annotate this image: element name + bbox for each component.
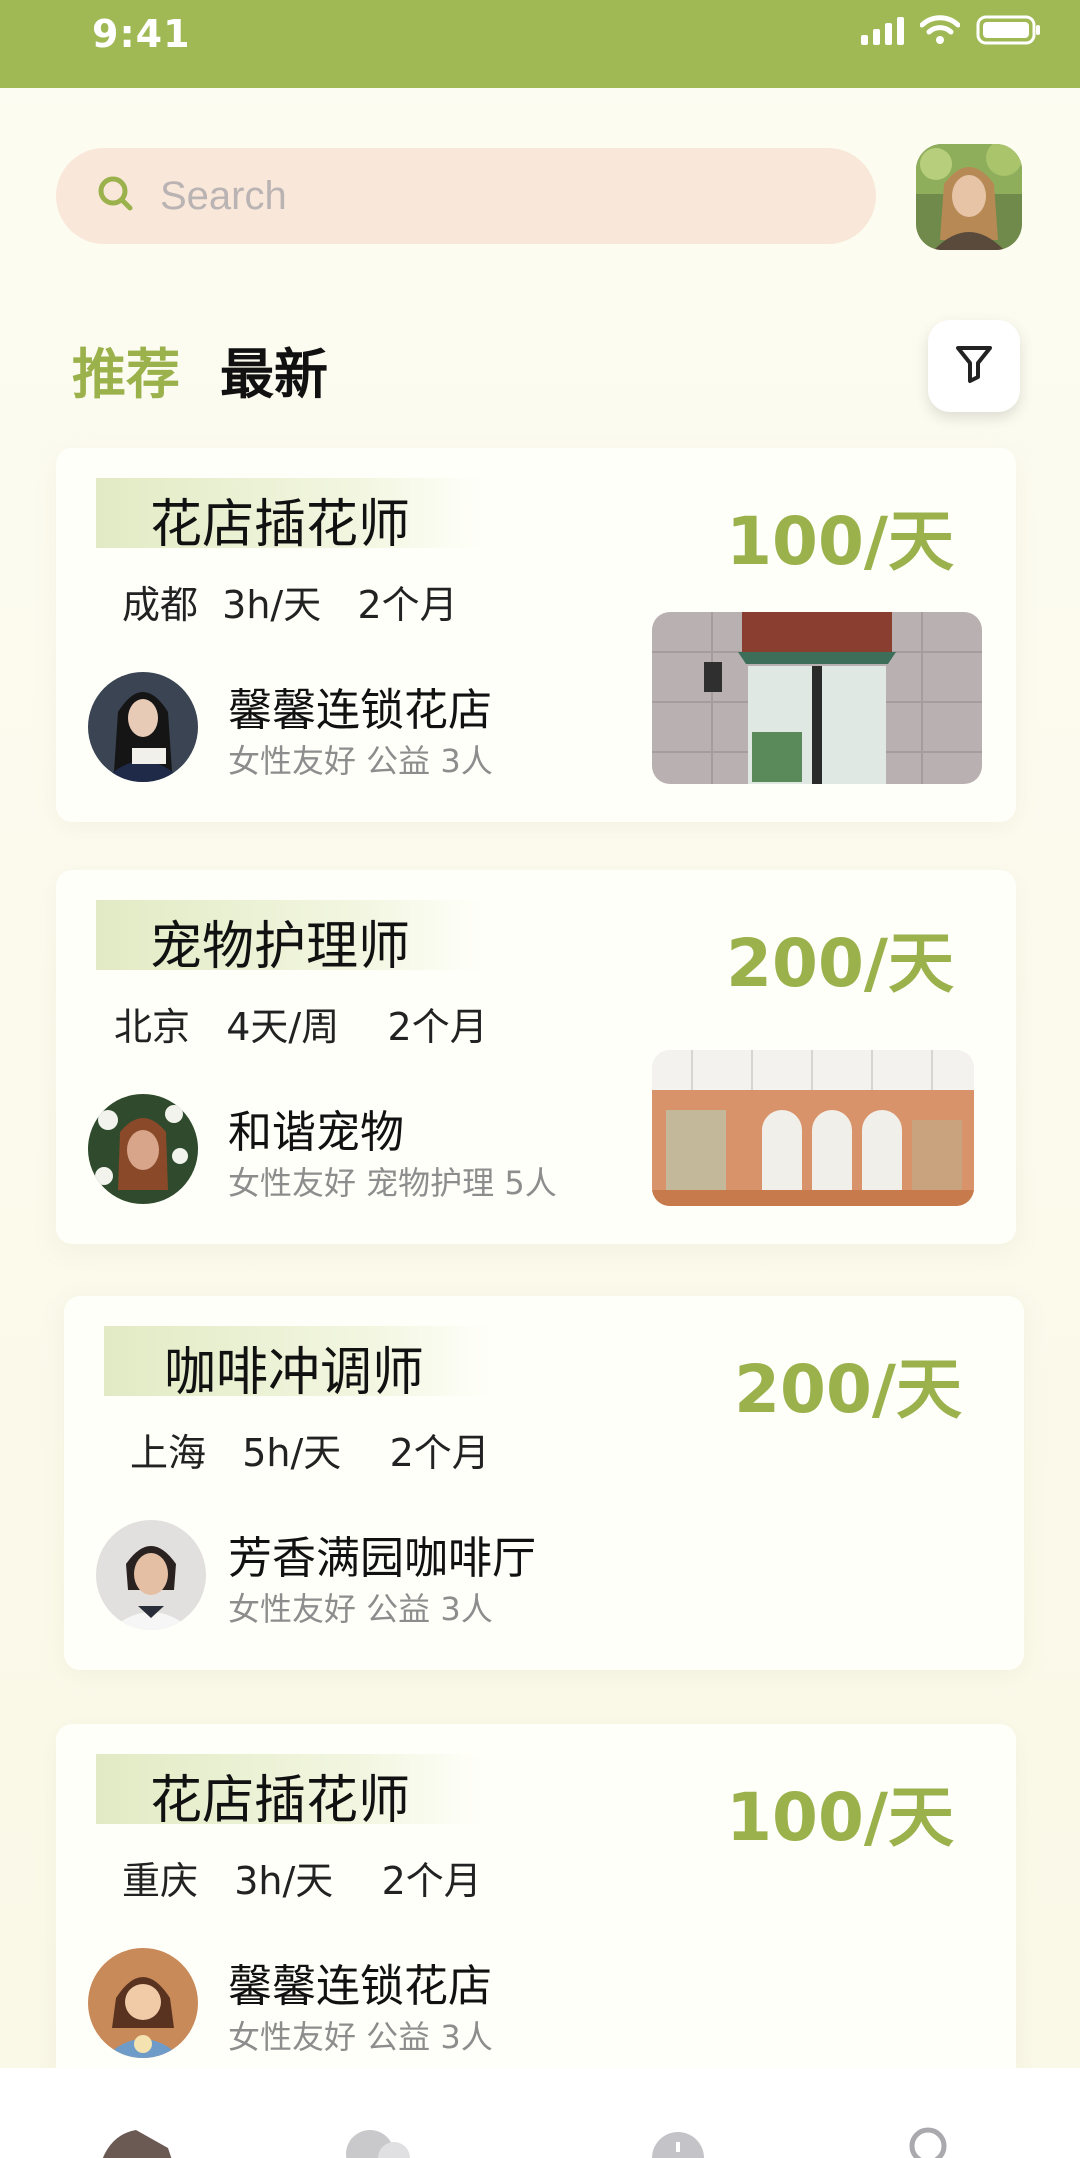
job-card[interactable]: 宠物护理师 200/天 北京 4天/周 2个月 和谐宠物 女性友好 宠物护理 5… [56, 870, 1016, 1244]
company-avatar [88, 1948, 198, 2058]
company-avatar [96, 1520, 206, 1630]
profile-icon [906, 2127, 950, 2158]
company-name: 芳香满园咖啡厅 [228, 1533, 536, 1584]
search-icon [96, 174, 136, 218]
nav-profile[interactable] [906, 2126, 950, 2158]
job-meta: 重庆 3h/天 2个月 [122, 1859, 482, 1903]
job-list-screen: 9:41 Search 推荐 最新 花店插花师 100/天 成都 3h/天 2个… [0, 0, 1080, 2158]
job-title: 宠物护理师 [150, 917, 411, 977]
nav-chat[interactable] [344, 2128, 414, 2158]
signal-icon [861, 15, 904, 45]
bottom-nav [0, 2068, 1080, 2158]
filter-button[interactable] [928, 320, 1020, 412]
status-icons [861, 14, 1042, 46]
company-name: 馨馨连锁花店 [228, 685, 492, 736]
job-title: 花店插花师 [150, 1771, 411, 1831]
job-salary: 200/天 [734, 1351, 962, 1428]
message-icon [650, 2132, 706, 2158]
job-card[interactable]: 花店插花师 100/天 成都 3h/天 2个月 馨馨连锁花店 女性友好 公益 3… [56, 448, 1016, 822]
job-salary: 100/天 [726, 503, 954, 580]
job-card[interactable]: 咖啡冲调师 200/天 上海 5h/天 2个月 芳香满园咖啡厅 女性友好 公益 … [64, 1296, 1024, 1670]
status-bar: 9:41 [0, 0, 1080, 88]
job-title: 咖啡冲调师 [164, 1343, 425, 1403]
company-avatar [88, 1094, 198, 1204]
shop-photo [652, 1050, 974, 1206]
tab-recommended[interactable]: 推荐 [72, 330, 180, 409]
company-tags: 女性友好 公益 3人 [228, 742, 493, 780]
chat-icon [344, 2130, 414, 2158]
job-card[interactable]: 花店插花师 100/天 重庆 3h/天 2个月 馨馨连锁花店 女性友好 公益 3… [56, 1724, 1016, 2084]
company-name: 馨馨连锁花店 [228, 1961, 492, 2012]
tab-latest[interactable]: 最新 [220, 330, 328, 409]
search-input[interactable] [160, 173, 760, 219]
job-meta: 北京 4天/周 2个月 [114, 1005, 488, 1049]
user-avatar[interactable] [916, 144, 1022, 250]
company-name: 和谐宠物 [228, 1107, 404, 1158]
nav-home[interactable] [102, 2130, 172, 2158]
wifi-icon [920, 15, 960, 45]
nav-message[interactable] [650, 2130, 706, 2158]
feed-tabs: 推荐 最新 [72, 330, 328, 409]
job-salary: 200/天 [726, 925, 954, 1002]
home-icon [102, 2130, 172, 2158]
filter-icon [954, 343, 994, 389]
status-time: 9:41 [92, 12, 191, 56]
shop-photo [652, 612, 982, 784]
job-salary: 100/天 [726, 1779, 954, 1856]
job-meta: 成都 3h/天 2个月 [122, 583, 458, 627]
company-tags: 女性友好 宠物护理 5人 [228, 1164, 557, 1202]
job-title: 花店插花师 [150, 495, 411, 555]
company-tags: 女性友好 公益 3人 [228, 2018, 493, 2056]
search-bar[interactable] [56, 148, 876, 244]
battery-icon [976, 14, 1042, 46]
job-meta: 上海 5h/天 2个月 [130, 1431, 490, 1475]
company-tags: 女性友好 公益 3人 [228, 1590, 493, 1628]
company-avatar [88, 672, 198, 782]
